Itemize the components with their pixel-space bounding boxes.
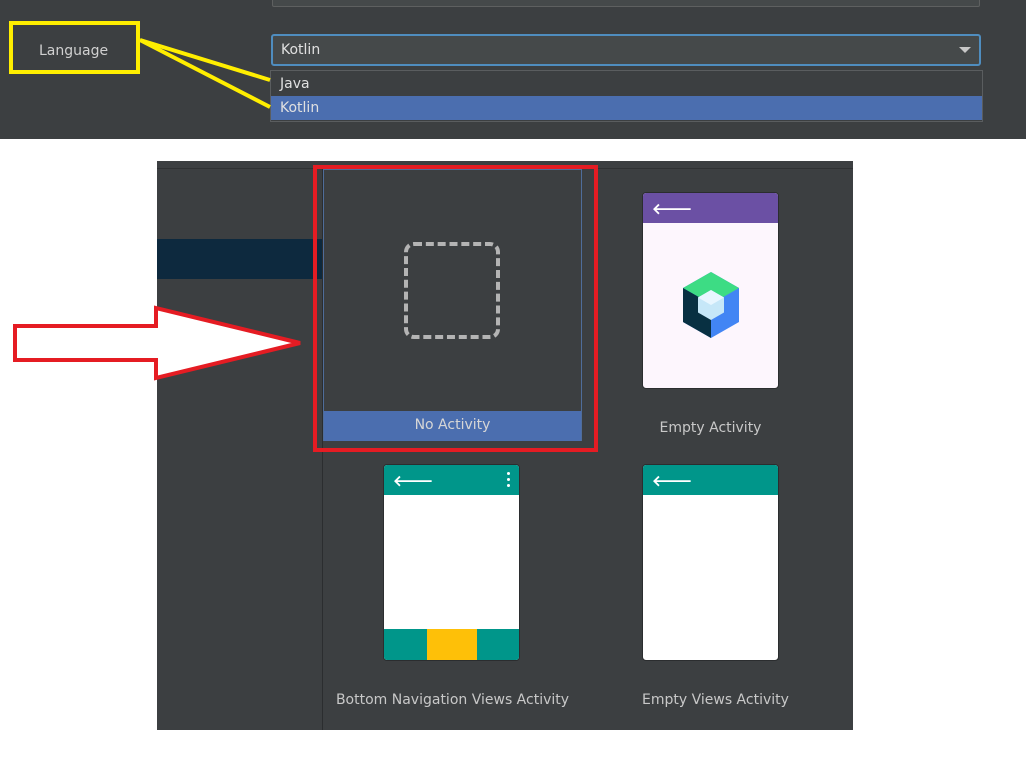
left-arrow-icon: 🡐	[393, 472, 434, 490]
left-arrow-icon: 🡐	[652, 200, 693, 218]
template-gallery-panel: No Activity 🡐 Empty Activity 🡐 Bottom Na…	[157, 161, 853, 730]
app-bar: 🡐	[384, 465, 519, 495]
template-label: Bottom Navigation Views Activity	[335, 692, 570, 708]
no-activity-highlight-box	[313, 165, 598, 452]
language-callout-lines	[139, 38, 271, 109]
app-bar: 🡐	[643, 193, 778, 223]
red-arrow-annotation	[13, 305, 301, 381]
template-card-empty-views-activity[interactable]: 🡐	[642, 464, 779, 661]
template-label: Empty Activity	[659, 420, 762, 436]
vertical-dots-icon	[507, 472, 510, 487]
bottom-navigation-selected-tab	[427, 629, 477, 660]
jetpack-compose-icon	[683, 272, 739, 338]
left-arrow-icon: 🡐	[652, 472, 693, 490]
template-card-empty-activity[interactable]: 🡐	[642, 192, 779, 389]
template-label: Empty Views Activity	[642, 692, 789, 708]
app-bar: 🡐	[643, 465, 778, 495]
template-card-bottom-navigation[interactable]: 🡐	[383, 464, 520, 661]
template-category-selected[interactable]	[157, 239, 323, 279]
